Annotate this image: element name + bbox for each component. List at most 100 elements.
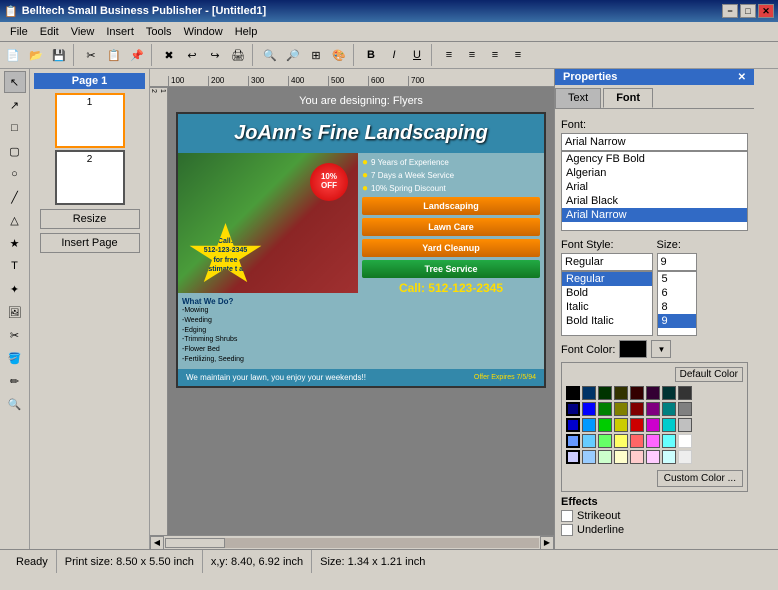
tb-copy[interactable]: 📋 [103,44,125,66]
tool-rounded-rect[interactable]: ▢ [4,140,26,162]
properties-close-button[interactable]: ✕ [738,72,746,83]
color-cell[interactable] [598,434,612,448]
tb-special[interactable]: 🎨 [328,44,350,66]
color-cell[interactable] [598,450,612,464]
tool-pen[interactable]: ✏ [4,370,26,392]
tool-star[interactable]: ★ [4,232,26,254]
tb-align-right[interactable]: ≡ [484,44,506,66]
default-color-button[interactable]: Default Color [675,367,743,382]
color-cell[interactable] [614,450,628,464]
size-list[interactable]: 5 6 8 9 [657,271,697,336]
tb-zoom-out[interactable]: 🔎 [282,44,304,66]
scroll-left-arrow[interactable]: ◀ [150,536,164,550]
color-cell[interactable] [646,434,660,448]
style-bold-italic[interactable]: Bold Italic [562,314,652,328]
font-item-agency[interactable]: Agency FB Bold [562,152,747,166]
service-landscaping[interactable]: Landscaping [362,197,540,215]
tool-special2[interactable]: ✦ [4,278,26,300]
service-yard-cleanup[interactable]: Yard Cleanup [362,239,540,257]
canvas-scroll-area[interactable]: 1 2 3 4 5 You are designing: Flyers [150,87,554,535]
color-cell[interactable] [566,450,580,464]
color-cell[interactable] [630,386,644,400]
service-tree-service[interactable]: Tree Service [362,260,540,278]
tb-justify[interactable]: ≡ [507,44,529,66]
horizontal-scrollbar[interactable]: ◀ ▶ [150,535,554,549]
menu-view[interactable]: View [65,25,101,39]
color-cell[interactable] [614,434,628,448]
size-5[interactable]: 5 [658,272,696,286]
tool-pointer[interactable]: ↗ [4,94,26,116]
color-cell[interactable] [582,418,596,432]
color-cell[interactable] [662,386,676,400]
color-cell[interactable] [678,450,692,464]
color-cell[interactable] [646,386,660,400]
service-lawn-care[interactable]: Lawn Care [362,218,540,236]
tb-underline[interactable]: U [406,44,428,66]
color-cell[interactable] [566,418,580,432]
tab-text[interactable]: Text [555,88,601,108]
color-cell[interactable] [630,402,644,416]
color-cell[interactable] [662,450,676,464]
tab-font[interactable]: Font [603,88,653,108]
close-button[interactable]: ✕ [758,4,774,18]
tool-line[interactable]: ╱ [4,186,26,208]
menu-help[interactable]: Help [229,25,264,39]
color-cell[interactable] [646,450,660,464]
tool-ellipse[interactable]: ○ [4,163,26,185]
color-cell[interactable] [598,386,612,400]
tool-zoom[interactable]: 🔍 [4,393,26,415]
page-thumb-2[interactable]: 2 [55,150,125,205]
font-item-arial[interactable]: Arial [562,180,747,194]
tb-paste[interactable]: 📌 [126,44,148,66]
color-cell[interactable] [662,402,676,416]
tool-text[interactable]: T [4,255,26,277]
style-list[interactable]: Regular Bold Italic Bold Italic [561,271,653,336]
color-dropdown[interactable]: ▼ [651,340,671,358]
tb-italic[interactable]: I [383,44,405,66]
size-9[interactable]: 9 [658,314,696,328]
tb-redo[interactable]: ↪ [204,44,226,66]
color-cell[interactable] [678,386,692,400]
scroll-right-arrow[interactable]: ▶ [540,536,554,550]
tool-triangle[interactable]: △ [4,209,26,231]
color-cell[interactable] [630,450,644,464]
tb-cut[interactable]: ✂ [80,44,102,66]
color-cell[interactable] [614,386,628,400]
color-cell[interactable] [630,418,644,432]
strikeout-checkbox[interactable] [561,510,573,522]
font-item-arial-black[interactable]: Arial Black [562,194,747,208]
tb-open[interactable]: 📂 [25,44,47,66]
tool-select[interactable]: ↖ [4,71,26,93]
minimize-button[interactable]: − [722,4,738,18]
tb-bold[interactable]: B [360,44,382,66]
tb-delete[interactable]: ✖ [158,44,180,66]
style-regular[interactable]: Regular [562,272,652,286]
color-cell[interactable] [662,418,676,432]
size-8[interactable]: 8 [658,300,696,314]
font-item-algerian[interactable]: Algerian [562,166,747,180]
resize-button[interactable]: Resize [40,209,140,229]
menu-file[interactable]: File [4,25,34,39]
tool-image[interactable]: 🖼 [4,301,26,323]
maximize-button[interactable]: □ [740,4,756,18]
color-cell[interactable] [614,418,628,432]
tb-new[interactable]: 📄 [2,44,24,66]
color-cell[interactable] [678,418,692,432]
color-cell[interactable] [598,418,612,432]
size-6[interactable]: 6 [658,286,696,300]
menu-tools[interactable]: Tools [140,25,178,39]
menu-insert[interactable]: Insert [100,25,140,39]
tb-zoom-in[interactable]: 🔍 [259,44,281,66]
insert-page-button[interactable]: Insert Page [40,233,140,253]
color-cell[interactable] [646,402,660,416]
font-input[interactable] [561,133,748,151]
tool-rect[interactable]: □ [4,117,26,139]
tb-grid[interactable]: ⊞ [305,44,327,66]
style-input[interactable] [561,253,653,271]
tb-print[interactable]: 🖨 [227,44,249,66]
color-cell[interactable] [566,386,580,400]
underline-checkbox[interactable] [561,524,573,536]
page-thumb-1[interactable]: 1 [55,93,125,148]
size-input[interactable] [657,253,697,271]
color-cell[interactable] [678,434,692,448]
